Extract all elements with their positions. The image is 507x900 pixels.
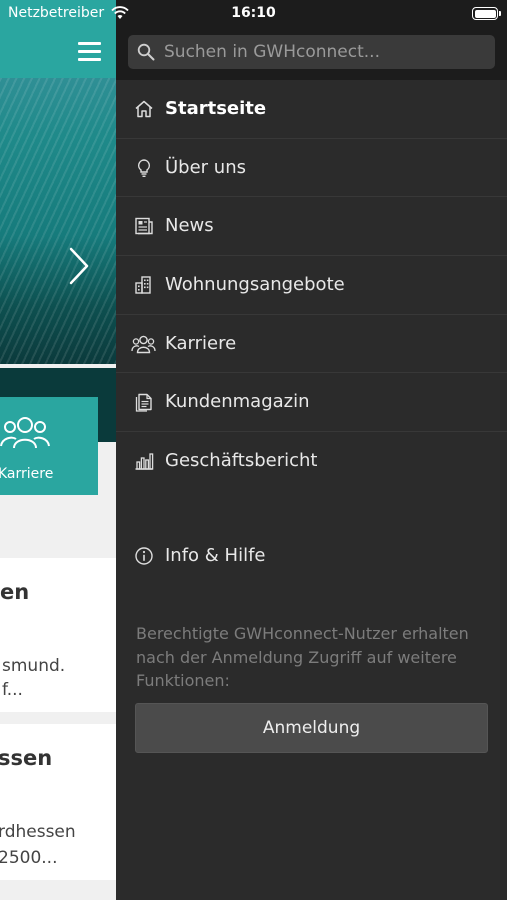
menu-item-wohnungsangebote[interactable]: Wohnungsangebote (116, 256, 507, 315)
menu-item-startseite[interactable]: Startseite (116, 80, 507, 139)
bar-chart-icon (135, 453, 154, 470)
menu-item-ueber-uns[interactable]: Über uns (116, 139, 507, 198)
login-button[interactable]: Anmeldung (135, 703, 488, 753)
buildings-icon (135, 276, 151, 294)
people-icon (131, 335, 156, 353)
card-text: f... (2, 680, 23, 700)
menu-item-label: Kundenmagazin (165, 391, 310, 413)
news-card[interactable]: ssen rdhessen 2500... (0, 724, 116, 880)
hero-slider[interactable] (0, 78, 116, 442)
people-icon (0, 417, 50, 449)
menu-item-label: Karriere (165, 332, 237, 354)
menu-item-label: Über uns (165, 156, 246, 178)
card-text: smund. (2, 656, 66, 676)
search-bar[interactable] (128, 35, 495, 69)
lightbulb-icon (137, 158, 151, 177)
menu-item-label: Info & Hilfe (165, 545, 266, 566)
menu-item-label: Geschäftsbericht (165, 450, 318, 472)
card-text: rdhessen (0, 822, 76, 842)
home-icon (135, 100, 153, 118)
drawer-menu: Startseite Über uns News Wohnungsangebot… (116, 80, 507, 491)
hamburger-menu-icon[interactable] (78, 42, 102, 62)
login-hint-text: Berechtigte GWHconnect-Nutzer erhalten n… (136, 624, 469, 690)
newspaper-icon (135, 218, 153, 235)
menu-item-info-hilfe[interactable]: Info & Hilfe (116, 527, 507, 585)
menu-item-label: Wohnungsangebote (165, 274, 345, 296)
magazine-icon (135, 394, 152, 413)
navigation-drawer: Startseite Über uns News (116, 0, 507, 900)
chevron-right-icon[interactable] (66, 246, 92, 286)
menu-item-kundenmagazin[interactable]: Kundenmagazin (116, 373, 507, 433)
card-title: en (0, 580, 30, 604)
battery-icon (472, 7, 498, 20)
menu-item-news[interactable]: News (116, 197, 507, 257)
news-card[interactable]: en smund. f... (0, 558, 116, 712)
clock: 16:10 (231, 5, 276, 21)
menu-item-geschaeftsbericht[interactable]: Geschäftsbericht (116, 432, 507, 491)
card-title: ssen (0, 746, 53, 770)
background-app: Karriere en smund. f... ssen rdhessen 25… (0, 0, 116, 900)
menu-item-label: Startseite (165, 98, 267, 119)
info-icon (135, 547, 153, 565)
menu-item-label: News (165, 215, 214, 237)
search-input[interactable] (164, 35, 484, 69)
status-bar: Netzbetreiber 16:10 (0, 0, 507, 28)
menu-item-karriere[interactable]: Karriere (116, 315, 507, 374)
karriere-tile-label: Karriere (0, 466, 54, 482)
search-icon (137, 43, 155, 61)
card-text: 2500... (0, 848, 58, 868)
